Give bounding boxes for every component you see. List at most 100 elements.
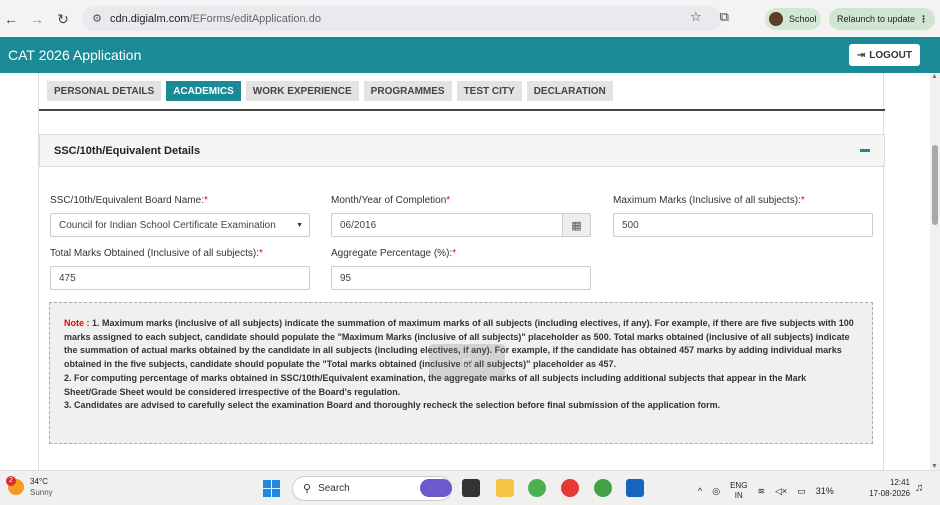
section-title: SSC/10th/Equivalent Details (54, 144, 201, 157)
relaunch-button[interactable]: Relaunch to update ⋮ (829, 8, 935, 30)
weather-widget[interactable]: 2 34°C Sunny (6, 476, 53, 498)
tab-academics[interactable]: ACADEMICS (166, 81, 241, 101)
logout-button[interactable]: ⇥ LOGOUT (848, 44, 920, 66)
clock[interactable]: 12:41 17-08-2026 (862, 477, 910, 499)
total-marks-value: 475 (59, 272, 76, 284)
weather-condition: Sunny (30, 488, 53, 497)
battery-icon[interactable]: ▭ (797, 486, 806, 497)
notification-bell-icon[interactable]: ♫ (915, 482, 923, 494)
required-asterisk: * (446, 195, 451, 206)
profile-button[interactable]: School (765, 8, 821, 30)
url-path: /EForms/editApplication.do (189, 12, 321, 25)
tabs-divider (39, 109, 885, 111)
chevron-up-icon[interactable]: ^ (698, 486, 702, 496)
time: 12:41 (889, 478, 910, 487)
windows-start-icon[interactable] (263, 480, 280, 497)
aggregate-label-text: Aggregate Percentage (%): (331, 248, 453, 259)
word-icon[interactable] (626, 479, 644, 497)
completion-date-input[interactable]: 06/2016 ▦ (331, 213, 591, 237)
calendar-icon[interactable]: ▦ (562, 214, 590, 236)
chrome-profile-1-icon[interactable] (528, 479, 546, 497)
completion-label-text: Month/Year of Completion (331, 195, 447, 206)
url-host: cdn.digialm.com (110, 12, 190, 25)
reload-icon[interactable]: ↻ (54, 10, 72, 28)
widgets-icon[interactable] (420, 479, 452, 497)
aggregate-input[interactable]: 95 (331, 266, 591, 290)
file-explorer-icon[interactable] (496, 479, 514, 497)
required-asterisk: * (452, 248, 457, 259)
address-bar[interactable]: ⚙ cdn.digialm.com/EForms/editApplication… (82, 6, 722, 31)
weather-text: 34°C Sunny (30, 476, 53, 498)
aggregate-value: 95 (340, 272, 352, 284)
required-asterisk: * (203, 195, 208, 206)
url-text: cdn.digialm.com/EForms/editApplication.d… (110, 13, 321, 25)
search-placeholder: Search (318, 483, 350, 494)
watermark-overlay: ▢ (429, 344, 505, 380)
aggregate-label: Aggregate Percentage (%):* (331, 248, 456, 259)
max-marks-input[interactable]: 500 (613, 213, 873, 237)
chrome-profile-2-icon[interactable] (561, 479, 579, 497)
page-title: CAT 2026 Application (8, 47, 142, 63)
system-tray: ^ ◎ ENG IN ≋ ◁× ▭ 31% (698, 481, 834, 501)
avatar (769, 12, 783, 26)
lang-line-1: ENG (730, 481, 748, 490)
tab-declaration[interactable]: DECLARATION (526, 81, 613, 101)
relaunch-label: Relaunch to update (837, 14, 916, 24)
scroll-down-icon[interactable]: ▼ (931, 463, 938, 470)
tab-work-experience[interactable]: WORK EXPERIENCE (245, 81, 359, 101)
collapse-minus-icon[interactable] (860, 149, 870, 152)
tab-programmes[interactable]: PROGRAMMES (363, 81, 452, 101)
note-prefix: Note : (64, 318, 92, 328)
task-view-icon[interactable] (462, 479, 480, 497)
vertical-scrollbar[interactable]: ▲ ▼ (930, 73, 940, 470)
language-indicator[interactable]: ENG IN (730, 481, 747, 501)
scroll-thumb[interactable] (932, 145, 938, 225)
notification-badge: 2 (6, 476, 16, 486)
total-marks-label-text: Total Marks Obtained (Inclusive of all s… (50, 248, 259, 259)
tab-personal-details[interactable]: PERSONAL DETAILS (47, 81, 162, 101)
application-card: PERSONAL DETAILS ACADEMICS WORK EXPERIEN… (38, 73, 885, 470)
board-name-label: SSC/10th/Equivalent Board Name:* (50, 195, 208, 206)
scroll-up-icon[interactable]: ▲ (931, 73, 938, 80)
profile-label: School (789, 14, 817, 24)
completion-value: 06/2016 (340, 219, 377, 231)
board-name-select[interactable]: Council for Indian School Certificate Ex… (50, 213, 310, 237)
wifi-icon[interactable]: ≋ (757, 486, 765, 497)
max-marks-label: Maximum Marks (Inclusive of all subjects… (613, 195, 805, 206)
note-line-3: 3. Candidates are advised to carefully s… (64, 400, 721, 411)
bookmark-star-icon[interactable]: ☆ (690, 9, 702, 25)
tab-test-city[interactable]: TEST CITY (456, 81, 522, 101)
more-vert-icon[interactable]: ⋮ (919, 14, 928, 25)
section-header[interactable]: SSC/10th/Equivalent Details (39, 134, 885, 167)
total-marks-input[interactable]: 475 (50, 266, 310, 290)
board-name-label-text: SSC/10th/Equivalent Board Name: (50, 195, 204, 206)
required-asterisk: * (800, 195, 805, 206)
taskbar: 2 34°C Sunny ⚲ Search ^ ◎ ENG IN ≋ ◁× ▭ … (0, 470, 940, 505)
chrome-profile-3-icon[interactable] (594, 479, 612, 497)
tab-bar: PERSONAL DETAILS ACADEMICS WORK EXPERIEN… (47, 81, 613, 101)
search-icon: ⚲ (303, 483, 312, 495)
site-info-icon[interactable]: ⚙ (90, 12, 104, 26)
battery-percent: 31% (815, 486, 834, 496)
temperature: 34°C (30, 477, 48, 486)
forward-arrow-icon[interactable]: → (28, 10, 46, 28)
logout-icon: ⇥ (856, 49, 866, 61)
date: 17-08-2026 (869, 489, 910, 498)
board-name-value: Council for Indian School Certificate Ex… (59, 219, 276, 231)
dropdown-caret-icon: ▼ (296, 222, 303, 229)
extensions-puzzle-icon[interactable]: ⧉ (720, 9, 729, 25)
back-arrow-icon[interactable]: ← (2, 10, 20, 28)
total-marks-label: Total Marks Obtained (Inclusive of all s… (50, 248, 263, 259)
location-icon[interactable]: ◎ (712, 486, 720, 497)
sun-icon: 2 (6, 476, 24, 495)
main-content: PERSONAL DETAILS ACADEMICS WORK EXPERIEN… (0, 73, 930, 470)
browser-actions: ☆ ⧉ (690, 9, 729, 25)
logout-label: LOGOUT (869, 49, 912, 61)
browser-toolbar: ← → ↻ ⚙ cdn.digialm.com/EForms/editAppli… (0, 0, 940, 37)
required-asterisk: * (258, 248, 263, 259)
app-header: CAT 2026 Application ⇥ LOGOUT (0, 37, 940, 73)
volume-icon[interactable]: ◁× (775, 486, 787, 497)
max-marks-label-text: Maximum Marks (Inclusive of all subjects… (613, 195, 801, 206)
completion-label: Month/Year of Completion* (331, 195, 450, 206)
max-marks-value: 500 (622, 219, 639, 231)
